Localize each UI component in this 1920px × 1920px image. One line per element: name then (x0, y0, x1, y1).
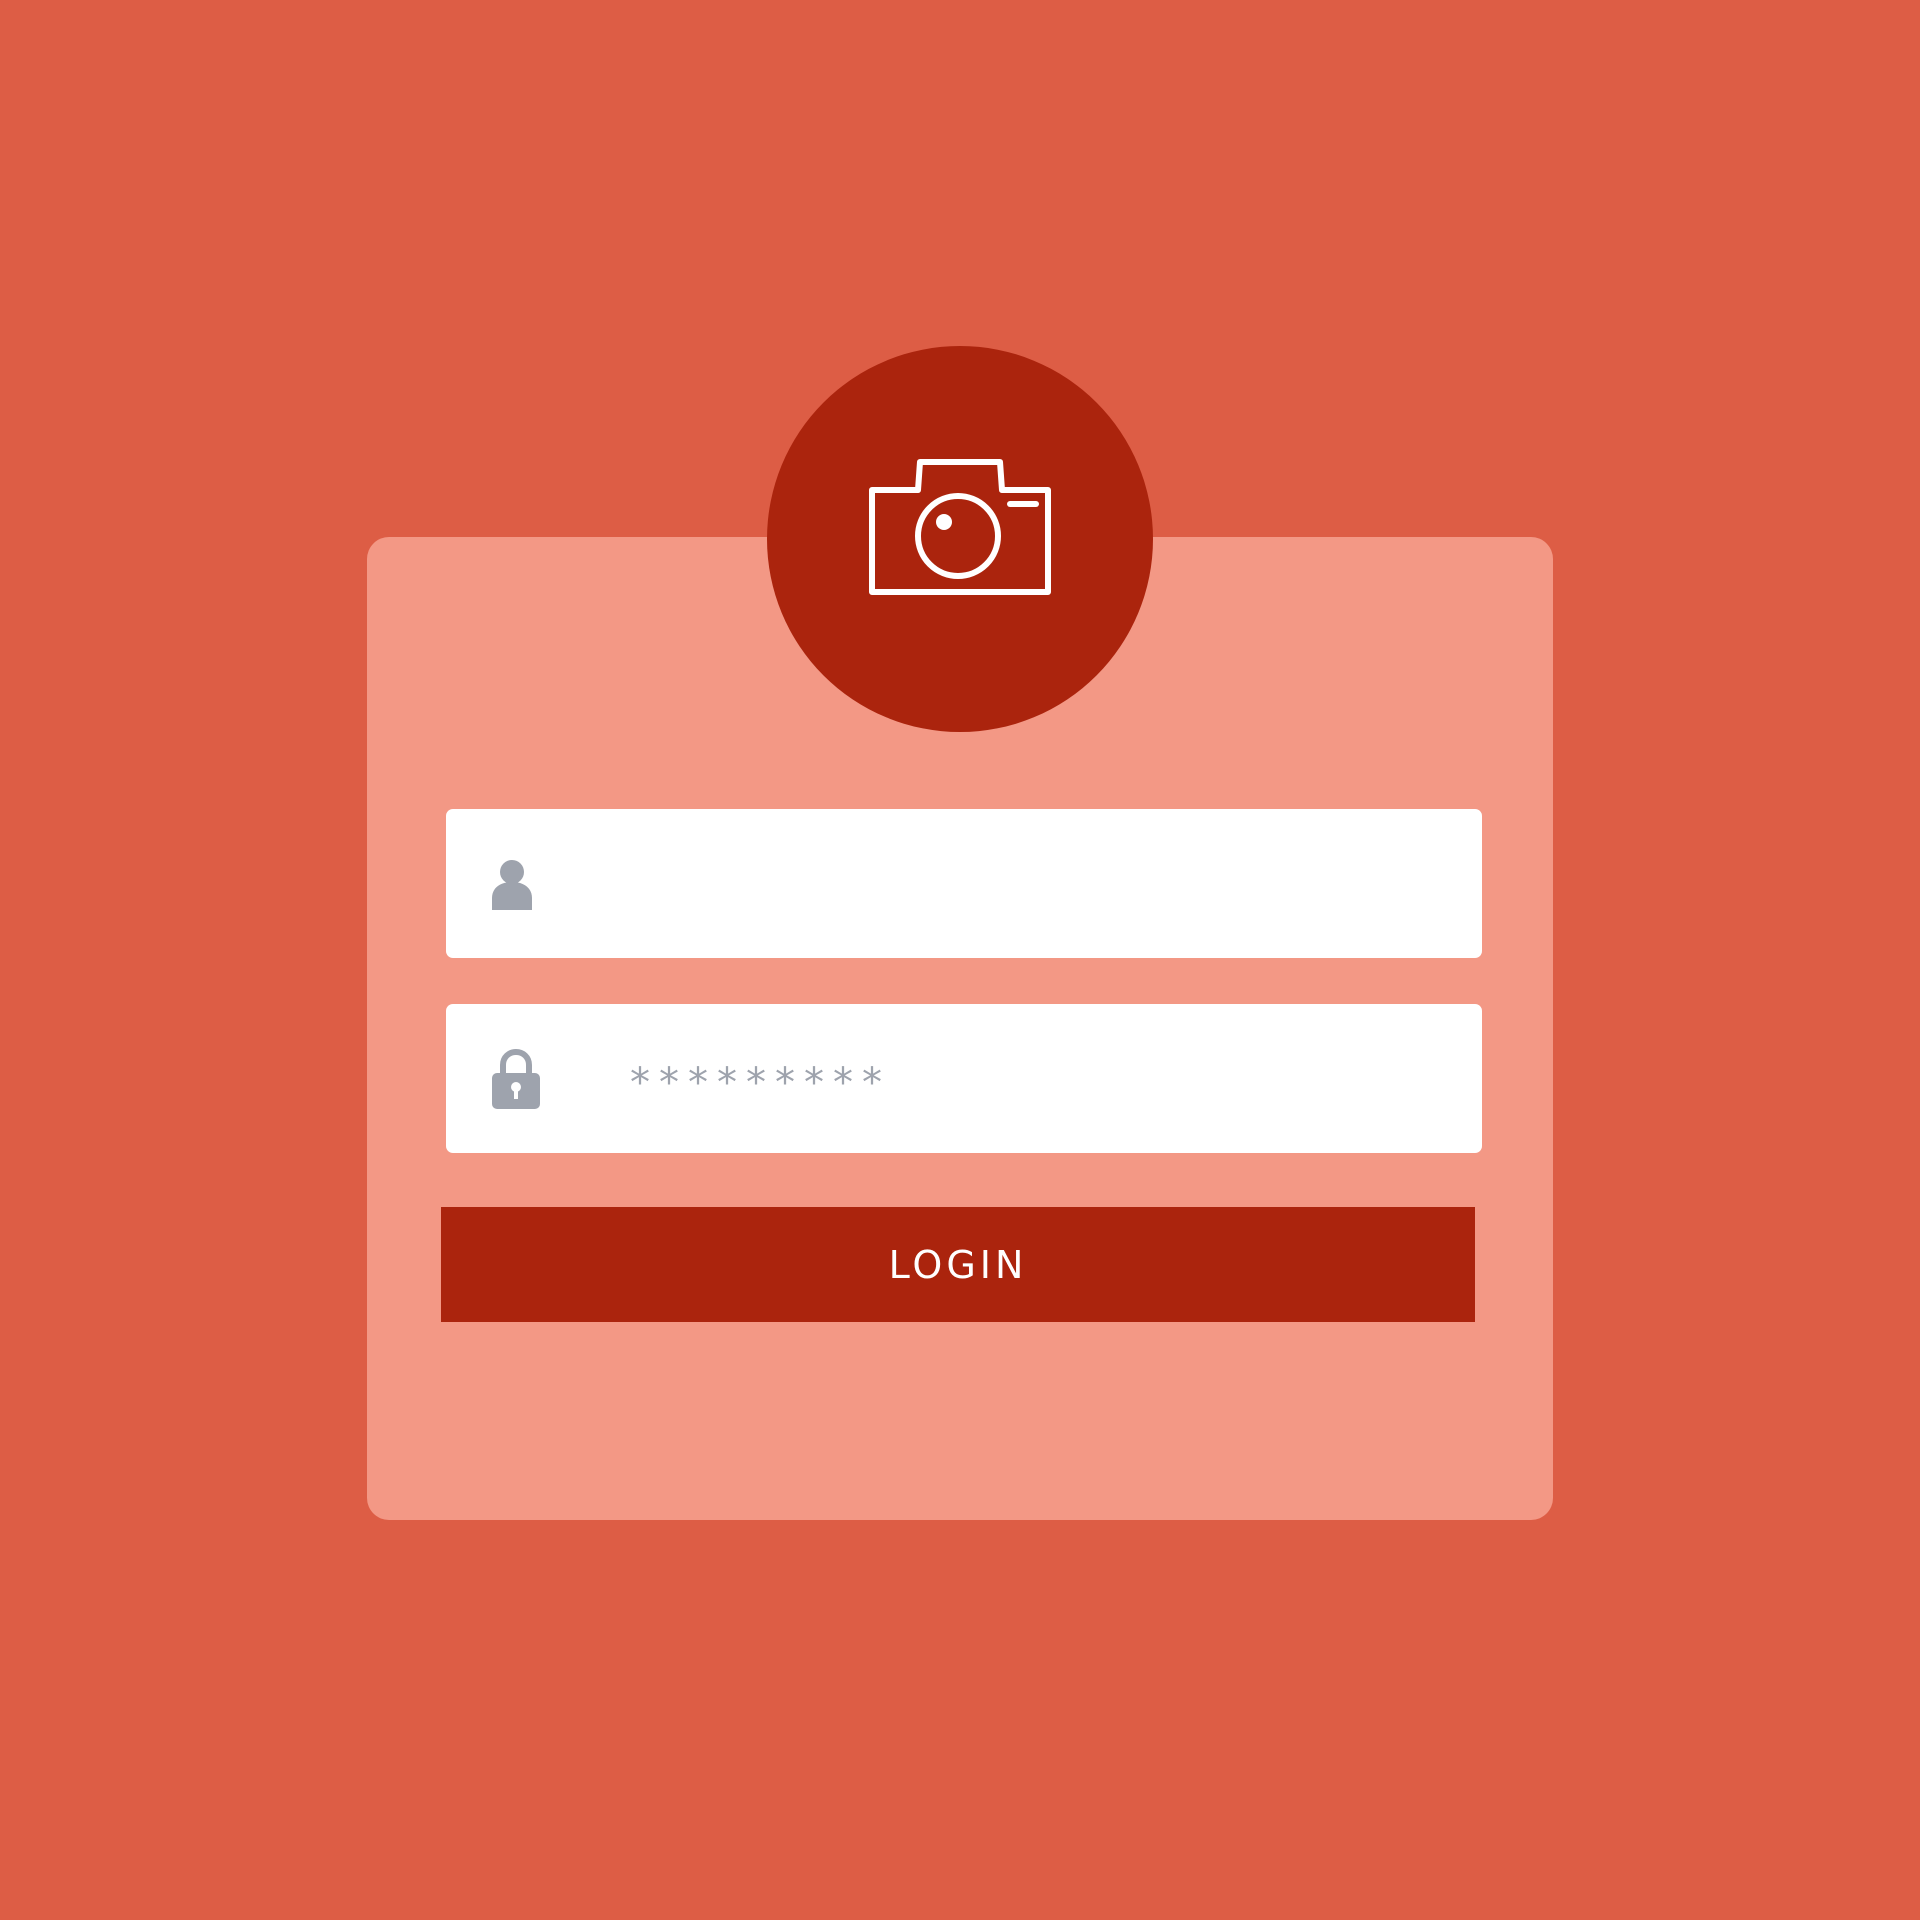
login-button[interactable]: LOGIN (441, 1207, 1475, 1322)
password-field[interactable]: ********* (446, 1004, 1482, 1153)
lock-icon (492, 1048, 540, 1109)
camera-badge (767, 346, 1153, 732)
user-icon (492, 858, 532, 910)
username-field[interactable] (446, 809, 1482, 958)
camera-icon (869, 459, 1051, 595)
password-value: ********* (630, 1059, 891, 1106)
